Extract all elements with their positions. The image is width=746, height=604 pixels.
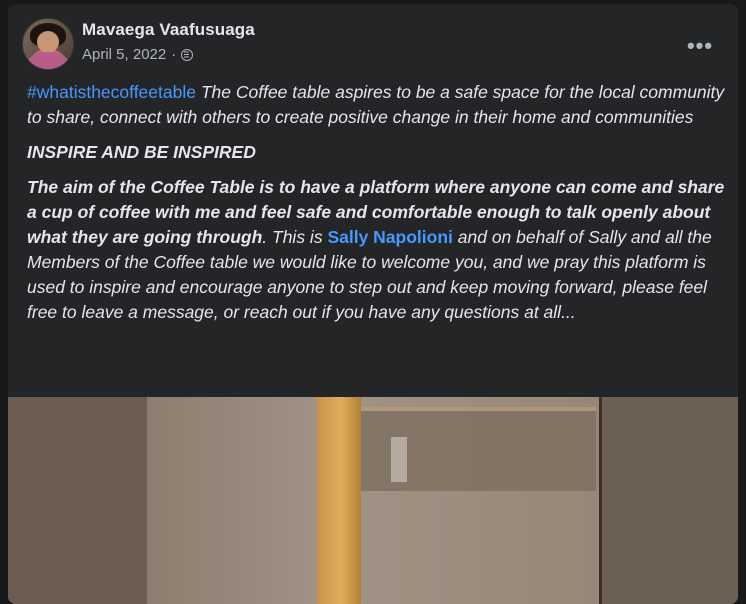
post-date[interactable]: April 5, 2022 xyxy=(82,46,166,63)
photo-right-band xyxy=(602,397,738,604)
post-heading: INSPIRE AND BE INSPIRED xyxy=(27,142,256,162)
avatar[interactable] xyxy=(22,18,74,70)
post-card: Mavaega Vaafusuaga April 5, 2022 · ••• #… xyxy=(8,4,738,604)
hashtag-link[interactable]: #whatisthecoffeetable xyxy=(27,82,196,102)
post-header: Mavaega Vaafusuaga April 5, 2022 · ••• xyxy=(22,18,722,70)
photo-left-band xyxy=(8,397,147,604)
post-meta: April 5, 2022 · xyxy=(82,46,194,63)
photo-wooden-beam xyxy=(317,397,361,604)
aim-paragraph: The aim of the Coffee Table is to have a… xyxy=(27,175,727,325)
avatar-face xyxy=(37,31,59,53)
avatar-body xyxy=(27,52,69,69)
more-options-button[interactable]: ••• xyxy=(682,28,718,64)
mention-link[interactable]: Sally Napolioni xyxy=(327,227,452,247)
more-options-icon: ••• xyxy=(686,33,714,58)
post-photo[interactable] xyxy=(8,397,738,604)
post-text: #whatisthecoffeetable The Coffee table a… xyxy=(27,80,727,335)
meta-separator: · xyxy=(171,46,177,63)
globe-icon[interactable] xyxy=(181,48,194,61)
photo-glint xyxy=(391,437,407,482)
aim-text-1: . This is xyxy=(262,227,328,247)
intro-paragraph: #whatisthecoffeetable The Coffee table a… xyxy=(27,80,727,130)
author-name[interactable]: Mavaega Vaafusuaga xyxy=(82,20,255,40)
